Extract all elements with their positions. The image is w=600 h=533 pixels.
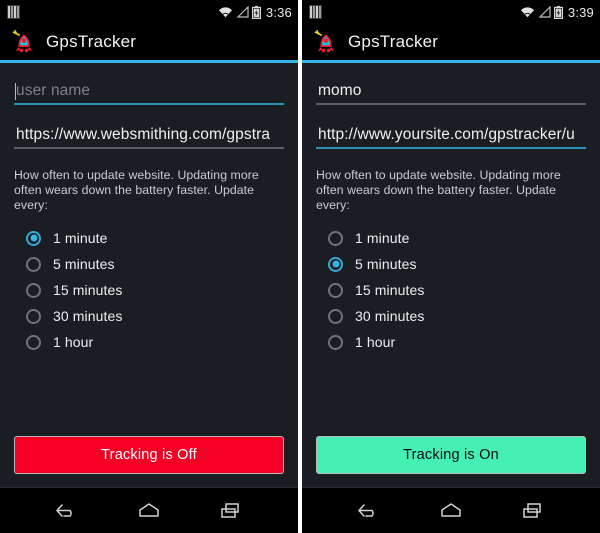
update-interval-hint: How often to update website. Updating mo…	[14, 168, 259, 212]
radio-label: 30 minutes	[53, 308, 123, 324]
website-url-input-value: https://www.websmithing.com/gpstra	[16, 126, 271, 143]
back-icon	[358, 503, 374, 517]
status-bar-left	[309, 5, 322, 19]
radio-dot-icon	[26, 256, 41, 272]
notification-bars-icon	[7, 5, 20, 19]
nav-home-button[interactable]	[126, 494, 172, 528]
radio-option-30-minutes[interactable]: 30 minutes	[14, 303, 284, 329]
radio-label: 1 hour	[53, 334, 94, 350]
status-clock: 3:39	[567, 4, 594, 20]
tracking-toggle-button[interactable]: Tracking is Off	[14, 436, 284, 474]
gpstracker-rocket-icon	[314, 29, 334, 53]
phone-screenshot-left: 3:36 GpsTracker user name https://www.we…	[0, 0, 298, 533]
radio-dot-icon	[328, 308, 343, 324]
status-bar-right: 3:39	[520, 4, 594, 20]
settings-content: momo http://www.yoursite.com/gpstracker/…	[302, 63, 600, 487]
username-input[interactable]: user name	[14, 77, 284, 105]
system-navigation-bar	[0, 487, 298, 533]
phone-screenshot-right: 3:39 GpsTracker momo http://www.yoursite…	[302, 0, 600, 533]
radio-label: 1 minute	[53, 230, 108, 246]
signal-triangle-icon	[538, 6, 551, 18]
nav-back-button[interactable]	[346, 494, 392, 528]
recents-icon	[523, 502, 541, 518]
radio-label: 30 minutes	[355, 308, 425, 324]
radio-label: 5 minutes	[53, 256, 115, 272]
update-interval-radio-group: 1 minute 5 minutes 15 minutes 30 minutes…	[14, 225, 284, 355]
recents-icon	[221, 502, 239, 518]
radio-dot-icon	[26, 230, 41, 246]
tracking-toggle-button[interactable]: Tracking is On	[316, 436, 586, 474]
update-interval-radio-group: 1 minute 5 minutes 15 minutes 30 minutes…	[316, 225, 586, 355]
radio-option-1-hour[interactable]: 1 hour	[14, 329, 284, 355]
username-input-placeholder: user name	[16, 82, 91, 99]
website-url-input-value: http://www.yoursite.com/gpstracker/u	[318, 126, 575, 143]
home-icon	[441, 502, 461, 517]
notification-bars-icon	[309, 5, 322, 19]
update-interval-hint: How often to update website. Updating mo…	[316, 168, 561, 212]
radio-option-1-hour[interactable]: 1 hour	[316, 329, 586, 355]
radio-dot-icon	[26, 334, 41, 350]
radio-label: 15 minutes	[355, 282, 425, 298]
radio-option-5-minutes[interactable]: 5 minutes	[316, 251, 586, 277]
status-bar: 3:39	[302, 0, 600, 24]
wifi-icon	[218, 7, 232, 18]
radio-option-30-minutes[interactable]: 30 minutes	[316, 303, 586, 329]
action-bar: GpsTracker	[302, 24, 600, 63]
settings-content: user name https://www.websmithing.com/gp…	[0, 63, 298, 487]
radio-dot-icon	[328, 334, 343, 350]
home-icon	[139, 502, 159, 517]
radio-option-1-minute[interactable]: 1 minute	[14, 225, 284, 251]
app-title: GpsTracker	[46, 32, 137, 51]
nav-recents-button[interactable]	[208, 494, 254, 528]
radio-label: 15 minutes	[53, 282, 123, 298]
action-bar: GpsTracker	[0, 24, 298, 63]
username-input-value: momo	[318, 82, 362, 99]
radio-label: 5 minutes	[355, 256, 417, 272]
radio-dot-icon	[328, 256, 343, 272]
radio-option-1-minute[interactable]: 1 minute	[316, 225, 586, 251]
radio-dot-icon	[328, 230, 343, 246]
radio-dot-icon	[328, 282, 343, 298]
nav-home-button[interactable]	[428, 494, 474, 528]
gpstracker-rocket-icon	[12, 29, 32, 53]
nav-back-button[interactable]	[44, 494, 90, 528]
website-url-input[interactable]: https://www.websmithing.com/gpstra	[14, 121, 284, 149]
radio-option-5-minutes[interactable]: 5 minutes	[14, 251, 284, 277]
radio-option-15-minutes[interactable]: 15 minutes	[14, 277, 284, 303]
app-title: GpsTracker	[348, 32, 439, 51]
text-caret	[15, 83, 16, 100]
username-input[interactable]: momo	[316, 77, 586, 105]
status-bar-left	[7, 5, 20, 19]
battery-charging-icon	[553, 5, 563, 19]
dual-screenshot-stage: 3:36 GpsTracker user name https://www.we…	[0, 0, 600, 533]
radio-label: 1 hour	[355, 334, 396, 350]
radio-label: 1 minute	[355, 230, 410, 246]
status-clock: 3:36	[265, 4, 292, 20]
website-url-input[interactable]: http://www.yoursite.com/gpstracker/u	[316, 121, 586, 149]
system-navigation-bar	[302, 487, 600, 533]
wifi-icon	[520, 7, 534, 18]
radio-option-15-minutes[interactable]: 15 minutes	[316, 277, 586, 303]
radio-dot-icon	[26, 308, 41, 324]
status-bar: 3:36	[0, 0, 298, 24]
radio-dot-icon	[26, 282, 41, 298]
battery-charging-icon	[251, 5, 261, 19]
signal-triangle-icon	[236, 6, 249, 18]
back-icon	[56, 503, 72, 517]
status-bar-right: 3:36	[218, 4, 292, 20]
nav-recents-button[interactable]	[510, 494, 556, 528]
